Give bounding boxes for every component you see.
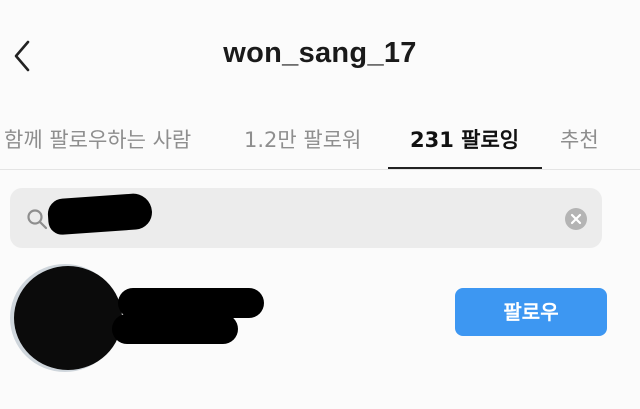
tab-bar: 함께 팔로우하는 사람 1.2만 팔로워 231 팔로잉 추천 — [0, 110, 640, 170]
avatar[interactable] — [14, 266, 122, 370]
tab-followers[interactable]: 1.2만 팔로워 — [244, 118, 361, 162]
fullname-redaction — [112, 314, 238, 344]
list-item[interactable]: 팔로우 — [0, 262, 640, 372]
search-bar[interactable] — [10, 188, 602, 248]
search-icon — [27, 209, 48, 230]
tab-following[interactable]: 231 팔로잉 — [410, 118, 519, 162]
redaction-mark — [46, 192, 154, 236]
follow-button[interactable]: 팔로우 — [455, 288, 607, 336]
tab-suggested[interactable]: 추천 — [560, 118, 599, 162]
page-title: won_sang_17 — [223, 37, 417, 69]
clear-icon[interactable] — [564, 207, 588, 231]
header: won_sang_17 — [0, 0, 640, 110]
tab-divider — [0, 169, 640, 170]
tab-mutual-followers[interactable]: 함께 팔로우하는 사람 — [4, 118, 191, 162]
